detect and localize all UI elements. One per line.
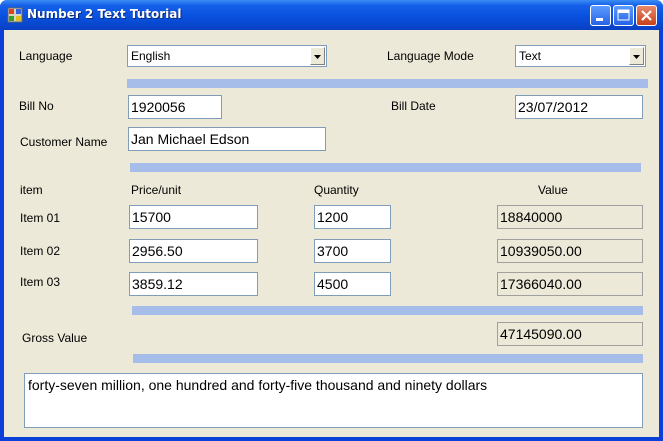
price-field[interactable]: 2956.50 [129,239,258,263]
item-label: Item 02 [20,244,61,258]
price-field[interactable]: 15700 [129,205,258,229]
dropdown-arrow-icon[interactable] [629,47,644,65]
app-icon [7,7,23,23]
item-label: Item 01 [20,211,61,225]
quantity-column-header: Quantity [314,183,359,197]
gross-value-field: 47145090.00 [497,322,643,346]
app-window: Number 2 Text Tutorial Language English … [0,0,663,441]
close-icon [641,10,652,21]
item-column-header: item [20,183,43,197]
language-label: Language [19,49,73,63]
maximize-icon [617,9,630,21]
form-client-area: Language English Language Mode Text Bill… [4,30,659,437]
language-mode-select-value: Text [519,49,542,63]
language-select[interactable]: English [127,45,327,67]
item-label: Item 03 [20,275,61,289]
bill-no-label: Bill No [19,99,54,113]
title-bar[interactable]: Number 2 Text Tutorial [0,0,663,30]
gross-value-label: Gross Value [22,331,88,345]
value-field: 10939050.00 [497,239,643,263]
language-select-value: English [131,49,171,63]
separator [130,163,641,172]
language-mode-label: Language Mode [387,49,474,63]
minimize-button[interactable] [590,5,611,26]
close-button[interactable] [636,5,657,26]
language-mode-select[interactable]: Text [515,45,646,67]
bill-no-field[interactable]: 1920056 [128,95,222,119]
amount-in-words-field[interactable]: forty-seven million, one hundred and for… [24,373,643,428]
separator [133,354,643,363]
window-title: Number 2 Text Tutorial [27,7,182,21]
bill-date-field[interactable]: 23/07/2012 [515,95,643,119]
maximize-button[interactable] [613,5,634,26]
quantity-field[interactable]: 1200 [314,205,391,229]
quantity-field[interactable]: 4500 [314,272,391,296]
customer-name-label: Customer Name [20,135,108,149]
separator [127,79,648,88]
value-field: 18840000 [497,205,643,229]
quantity-field[interactable]: 3700 [314,239,391,263]
customer-name-field[interactable]: Jan Michael Edson [128,127,326,151]
dropdown-arrow-icon[interactable] [310,47,325,65]
bill-date-label: Bill Date [391,99,436,113]
separator [132,306,643,315]
value-field: 17366040.00 [497,272,643,296]
price-field[interactable]: 3859.12 [129,272,258,296]
price-column-header: Price/unit [131,183,182,197]
minimize-icon [596,18,603,21]
value-column-header: Value [538,183,568,197]
